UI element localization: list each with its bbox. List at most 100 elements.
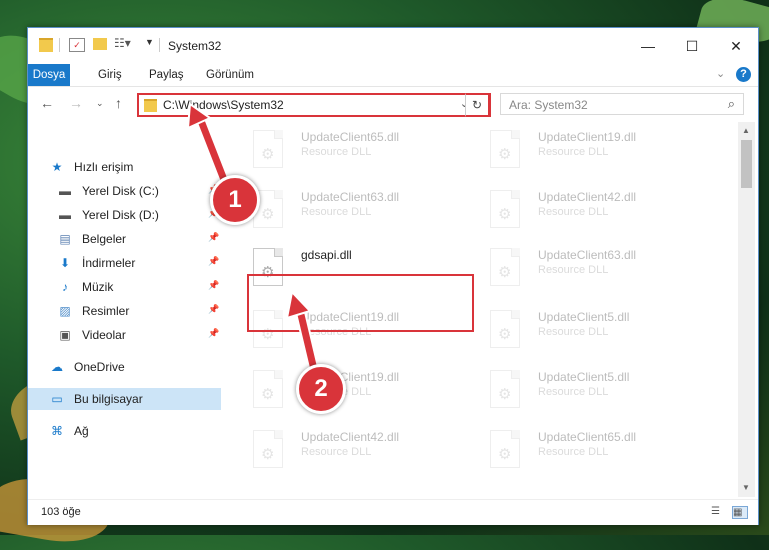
file-item[interactable]: ⚙ UpdateClient63.dll Resource DLL <box>488 246 713 304</box>
network-icon: ⌘ <box>51 424 63 438</box>
gear-icon: ⚙ <box>498 446 512 463</box>
title-bar: ✓ ☷▾ ▼ System32 — ☐ ✕ <box>28 28 758 64</box>
gear-icon: ⚙ <box>498 326 512 343</box>
sidebar-item-label: Belgeler <box>82 232 127 246</box>
back-arrow-icon[interactable]: ← <box>40 95 54 111</box>
file-item[interactable]: ⚙ UpdateClient65.dll Resource DLL <box>488 428 713 486</box>
dll-file-icon: ⚙ <box>490 430 520 468</box>
sidebar-item[interactable]: ⌘ Ağ <box>28 420 221 442</box>
pin-icon[interactable]: 📌 <box>208 328 219 339</box>
dll-file-icon: ⚙ <box>253 430 283 468</box>
pin-icon[interactable]: 📌 <box>208 256 219 267</box>
refresh-button[interactable]: ↻ <box>465 93 490 117</box>
sidebar-item[interactable]: ▭ Bu bilgisayar <box>28 388 221 410</box>
gear-icon: ⚙ <box>261 206 275 223</box>
file-item[interactable]: ⚙ UpdateClient42.dll Resource DLL <box>488 188 713 246</box>
picture-icon: ▨ <box>59 304 71 318</box>
file-list: ⚙ UpdateClient65.dll Resource DLL ⚙ UpdateCl… <box>238 122 736 497</box>
sidebar-item-label: Yerel Disk (C:) <box>82 184 159 198</box>
minimize-button[interactable]: — <box>626 28 670 64</box>
address-path: C:\Windows\System32 <box>163 98 284 112</box>
file-name: UpdateClient42.dll <box>538 190 637 204</box>
file-item[interactable]: ⚙ UpdateClient5.dll Resource DLL <box>488 308 713 366</box>
drive-icon: ▬ <box>59 208 71 222</box>
search-placeholder: Ara: System32 <box>509 98 588 112</box>
star-icon: ★ <box>51 160 63 174</box>
music-icon: ♪ <box>62 280 68 294</box>
tab-file[interactable]: Dosya <box>28 64 70 86</box>
document-icon: ▤ <box>59 232 71 246</box>
file-item[interactable]: ⚙ UpdateClient65.dll Resource DLL <box>251 128 476 186</box>
scroll-down-icon[interactable]: ▼ <box>742 483 750 492</box>
tab-view[interactable]: Görünüm <box>198 64 262 86</box>
file-type: Resource DLL <box>538 264 609 276</box>
file-item[interactable]: ⚙ UpdateClient42.dll Resource DLL <box>251 428 476 486</box>
gear-icon: ⚙ <box>261 146 275 163</box>
file-highlight-box <box>247 274 474 332</box>
file-type: Resource DLL <box>538 386 609 398</box>
sidebar-item[interactable]: ▬Yerel Disk (D:)📌 <box>28 204 221 226</box>
file-name: gdsapi.dll <box>301 248 352 262</box>
gear-icon: ⚙ <box>498 146 512 163</box>
divider <box>59 38 60 52</box>
sidebar-item-label: Ağ <box>74 424 89 438</box>
expand-ribbon-icon[interactable]: ⌄ <box>716 67 725 80</box>
scrollbar-thumb[interactable] <box>741 140 752 188</box>
cloud-icon: ☁ <box>51 360 63 374</box>
view-icon[interactable]: ☷▾ <box>114 36 131 50</box>
up-arrow-icon[interactable]: ↑ <box>115 95 122 111</box>
file-item[interactable]: ⚙UpdateClient19.dllResource DLL <box>251 368 476 426</box>
properties-icon[interactable]: ✓ <box>69 38 85 52</box>
close-button[interactable]: ✕ <box>714 28 758 64</box>
file-explorer-window: ✓ ☷▾ ▼ System32 — ☐ ✕ Dosya Giriş Paylaş… <box>27 27 759 525</box>
file-item[interactable]: ⚙ UpdateClient5.dll Resource DLL <box>488 368 713 426</box>
file-item[interactable]: ⚙ UpdateClient63.dll Resource DLL <box>251 188 476 246</box>
search-input[interactable]: Ara: System32 ⌕ <box>500 93 744 115</box>
sidebar-item-label: Bu bilgisayar <box>74 392 143 406</box>
vertical-scrollbar[interactable]: ▲ ▼ <box>738 122 755 497</box>
folder-icon <box>144 99 157 112</box>
dll-file-icon: ⚙ <box>253 130 283 168</box>
navigation-bar: ← → ⌄ ↑ C:\Windows\System32 ⌄ ↻ Ara: Sys… <box>28 87 758 121</box>
maximize-button[interactable]: ☐ <box>670 28 714 64</box>
sidebar-item[interactable]: ★ Hızlı erişim <box>28 156 221 178</box>
address-bar[interactable]: C:\Windows\System32 ⌄ <box>137 93 491 117</box>
file-type: Resource DLL <box>538 146 609 158</box>
sidebar-item-label: Videolar <box>82 328 126 342</box>
customize-toolbar-icon[interactable]: ▼ <box>145 37 154 47</box>
sidebar-item[interactable]: ⬇ İndirmeler 📌 <box>28 252 221 274</box>
gear-icon: ⚙ <box>498 386 512 403</box>
details-view-icon[interactable]: ☰ <box>711 506 725 517</box>
file-type: Resource DLL <box>301 446 372 458</box>
file-name: UpdateClient5.dll <box>538 310 630 324</box>
pin-icon[interactable]: 📌 <box>208 280 219 291</box>
dll-file-icon: ⚙ <box>490 130 520 168</box>
tab-home[interactable]: Giriş <box>90 64 130 86</box>
forward-arrow-icon[interactable]: → <box>69 95 83 111</box>
sidebar-item[interactable]: ▣ Videolar 📌 <box>28 324 221 346</box>
help-icon[interactable]: ? <box>736 67 751 82</box>
sidebar-item[interactable]: ▨ Resimler 📌 <box>28 300 221 322</box>
sidebar-item[interactable]: ☁ OneDrive <box>28 356 221 378</box>
file-name: UpdateClient65.dll <box>538 430 637 444</box>
gear-icon: ⚙ <box>498 206 512 223</box>
file-name: UpdateClient42.dll <box>301 430 400 444</box>
gear-icon: ⚙ <box>261 446 275 463</box>
recent-locations-icon[interactable]: ⌄ <box>96 98 104 109</box>
file-name: UpdateClient63.dll <box>301 190 400 204</box>
pin-icon[interactable]: 📌 <box>208 304 219 315</box>
file-type: Resource DLL <box>538 446 609 458</box>
search-icon: ⌕ <box>727 96 735 111</box>
sidebar-item[interactable]: ▤ Belgeler 📌 <box>28 228 221 250</box>
scroll-up-icon[interactable]: ▲ <box>742 126 750 135</box>
large-icons-view-icon[interactable]: ▦ <box>732 506 748 519</box>
pin-icon[interactable]: 📌 <box>208 232 219 243</box>
sidebar-item[interactable]: ▬Yerel Disk (C:)📌 <box>28 180 221 202</box>
step-badge-1: 1 <box>210 175 260 225</box>
file-type: Resource DLL <box>301 206 372 218</box>
video-icon: ▣ <box>59 328 71 342</box>
file-item[interactable]: ⚙UpdateClient19.dllResource DLL <box>488 128 713 186</box>
sidebar-item[interactable]: ♪ Müzik 📌 <box>28 276 221 298</box>
new-folder-icon[interactable] <box>93 38 107 50</box>
tab-share[interactable]: Paylaş <box>141 64 192 86</box>
